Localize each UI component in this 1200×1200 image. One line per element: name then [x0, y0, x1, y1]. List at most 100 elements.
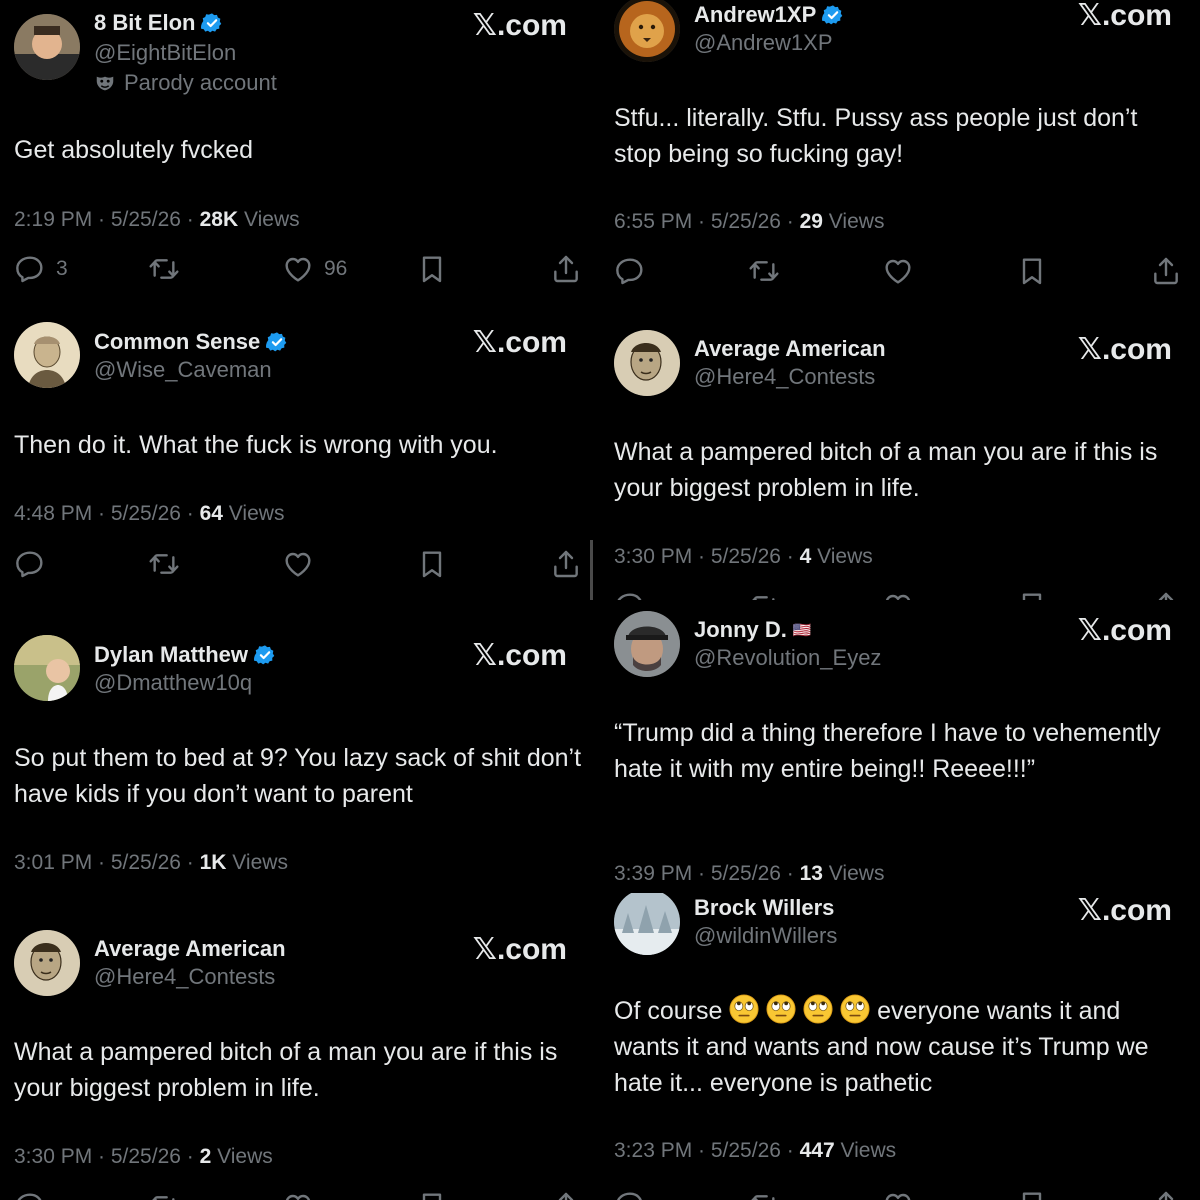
timestamp[interactable]: 3:23 PM · 5/25/26 · [614, 1139, 800, 1162]
verified-badge-icon [266, 331, 288, 353]
xcom-logo: 𝕏.com [472, 933, 567, 966]
tweet-text: So put them to bed at 9? You lazy sack o… [14, 744, 582, 808]
bookmark-icon [1016, 1189, 1048, 1200]
user-handle[interactable]: @Here4_Contests [694, 364, 875, 390]
reply-icon [614, 590, 646, 600]
share-button[interactable] [550, 1190, 582, 1200]
like-icon [882, 1189, 914, 1200]
reply-button[interactable] [614, 1189, 646, 1200]
reply-button[interactable] [14, 1190, 46, 1200]
scroll-indicator [590, 540, 593, 600]
reply-button[interactable] [14, 548, 46, 580]
tweet-card-average-american-2[interactable]: Average American @Here4_Contests 𝕏.com W… [0, 910, 595, 1200]
tweet-meta: 3:30 PM · 5/25/26 · 4 Views [614, 545, 873, 569]
timestamp[interactable]: 2:19 PM · 5/25/26 · [14, 208, 200, 231]
like-button[interactable] [882, 590, 914, 600]
avatar[interactable] [14, 14, 80, 80]
repost-button[interactable] [148, 548, 180, 580]
avatar[interactable] [14, 322, 80, 388]
avatar[interactable] [614, 0, 680, 62]
us-flag-icon: 🇺🇸 [792, 622, 812, 639]
share-icon [550, 548, 582, 580]
user-handle[interactable]: @Wise_Caveman [94, 357, 272, 383]
avatar[interactable] [614, 330, 680, 396]
rolling-eyes-emoji-icon [729, 994, 759, 1024]
bookmark-button[interactable] [416, 1190, 448, 1200]
like-button[interactable] [282, 1190, 314, 1200]
tweet-card-common-sense[interactable]: Common Sense @Wise_Caveman 𝕏.com Then do… [0, 310, 595, 600]
like-button[interactable] [882, 1189, 914, 1200]
repost-icon [148, 1190, 180, 1200]
repost-button[interactable] [748, 1189, 780, 1200]
bookmark-icon [416, 548, 448, 580]
like-button[interactable]: 96 [282, 253, 347, 285]
bookmark-button[interactable] [1016, 1189, 1048, 1200]
views-label: Views [238, 208, 300, 231]
avatar[interactable] [14, 635, 80, 701]
action-bar [14, 1190, 584, 1200]
display-name[interactable]: 8 Bit Elon [94, 10, 195, 36]
bookmark-button[interactable] [1016, 590, 1048, 600]
reply-icon [14, 253, 46, 285]
verified-badge-icon [254, 644, 276, 666]
tweet-text: “Trump did a thing therefore I have to v… [614, 719, 1161, 783]
share-button[interactable] [1150, 1189, 1182, 1200]
tweet-card-brock-willers[interactable]: Brock Willers @wildinWillers 𝕏.com Of co… [600, 893, 1200, 1200]
user-handle[interactable]: @Revolution_Eyez [694, 645, 881, 671]
repost-button[interactable] [148, 1190, 180, 1200]
views-label: Views [211, 1145, 273, 1168]
tweet-card-average-american[interactable]: Average American @Here4_Contests 𝕏.com W… [600, 310, 1200, 600]
xcom-logo: 𝕏.com [1077, 614, 1172, 647]
repost-button[interactable] [748, 255, 780, 287]
share-button[interactable] [550, 253, 582, 285]
share-icon [1150, 255, 1182, 287]
share-button[interactable] [1150, 590, 1182, 600]
display-name[interactable]: Dylan Matthew [94, 642, 248, 668]
tweet-text: Then do it. What the fuck is wrong with … [14, 431, 498, 459]
repost-button[interactable] [148, 253, 180, 285]
avatar[interactable] [14, 930, 80, 996]
share-button[interactable] [550, 548, 582, 580]
user-handle[interactable]: @wildinWillers [694, 923, 837, 949]
bookmark-icon [416, 1190, 448, 1200]
bookmark-button[interactable] [416, 253, 448, 285]
display-name[interactable]: Average American [94, 936, 286, 962]
repost-button[interactable] [748, 590, 780, 600]
action-bar [614, 1189, 1184, 1200]
like-button[interactable] [882, 255, 914, 287]
tweet-card-8bit-elon[interactable]: 8 Bit Elon @EightBitElon Parody account … [0, 0, 595, 305]
reply-button[interactable]: 3 [14, 253, 68, 285]
tweet-card-andrew1xp[interactable]: Andrew1XP @Andrew1XP 𝕏.com Stfu... liter… [600, 0, 1200, 305]
timestamp[interactable]: 3:30 PM · 5/25/26 · [614, 545, 800, 568]
reply-icon [614, 255, 646, 287]
bookmark-button[interactable] [416, 548, 448, 580]
timestamp[interactable]: 4:48 PM · 5/25/26 · [14, 502, 200, 525]
user-handle[interactable]: @EightBitElon [94, 40, 236, 66]
repost-icon [748, 590, 780, 600]
rolling-eyes-emoji-icon [803, 994, 833, 1024]
avatar[interactable] [614, 611, 680, 677]
reply-button[interactable] [614, 590, 646, 600]
share-button[interactable] [1150, 255, 1182, 287]
timestamp[interactable]: 6:55 PM · 5/25/26 · [614, 210, 800, 233]
timestamp[interactable]: 3:39 PM · 5/25/26 · [614, 862, 800, 885]
timestamp[interactable]: 3:30 PM · 5/25/26 · [14, 1145, 200, 1168]
rolling-eyes-emoji-icon [766, 994, 796, 1024]
tweet-card-jonny-d[interactable]: Jonny D. 🇺🇸 @Revolution_Eyez 𝕏.com “Trum… [600, 605, 1200, 895]
tweet-text: Stfu... literally. Stfu. Pussy ass peopl… [614, 104, 1138, 168]
avatar[interactable] [614, 893, 680, 955]
like-icon [882, 590, 914, 600]
user-handle[interactable]: @Dmatthew10q [94, 670, 252, 696]
bookmark-button[interactable] [1016, 255, 1048, 287]
display-name[interactable]: Jonny D. [694, 617, 787, 643]
user-handle[interactable]: @Andrew1XP [694, 30, 833, 56]
display-name[interactable]: Andrew1XP [694, 2, 816, 28]
display-name[interactable]: Common Sense [94, 329, 260, 355]
display-name[interactable]: Average American [694, 336, 886, 362]
reply-button[interactable] [614, 255, 646, 287]
timestamp[interactable]: 3:01 PM · 5/25/26 · [14, 851, 200, 874]
like-button[interactable] [282, 548, 314, 580]
display-name[interactable]: Brock Willers [694, 895, 834, 921]
user-handle[interactable]: @Here4_Contests [94, 964, 275, 990]
tweet-card-dylan-matthew[interactable]: Dylan Matthew @Dmatthew10q 𝕏.com So put … [0, 605, 595, 905]
